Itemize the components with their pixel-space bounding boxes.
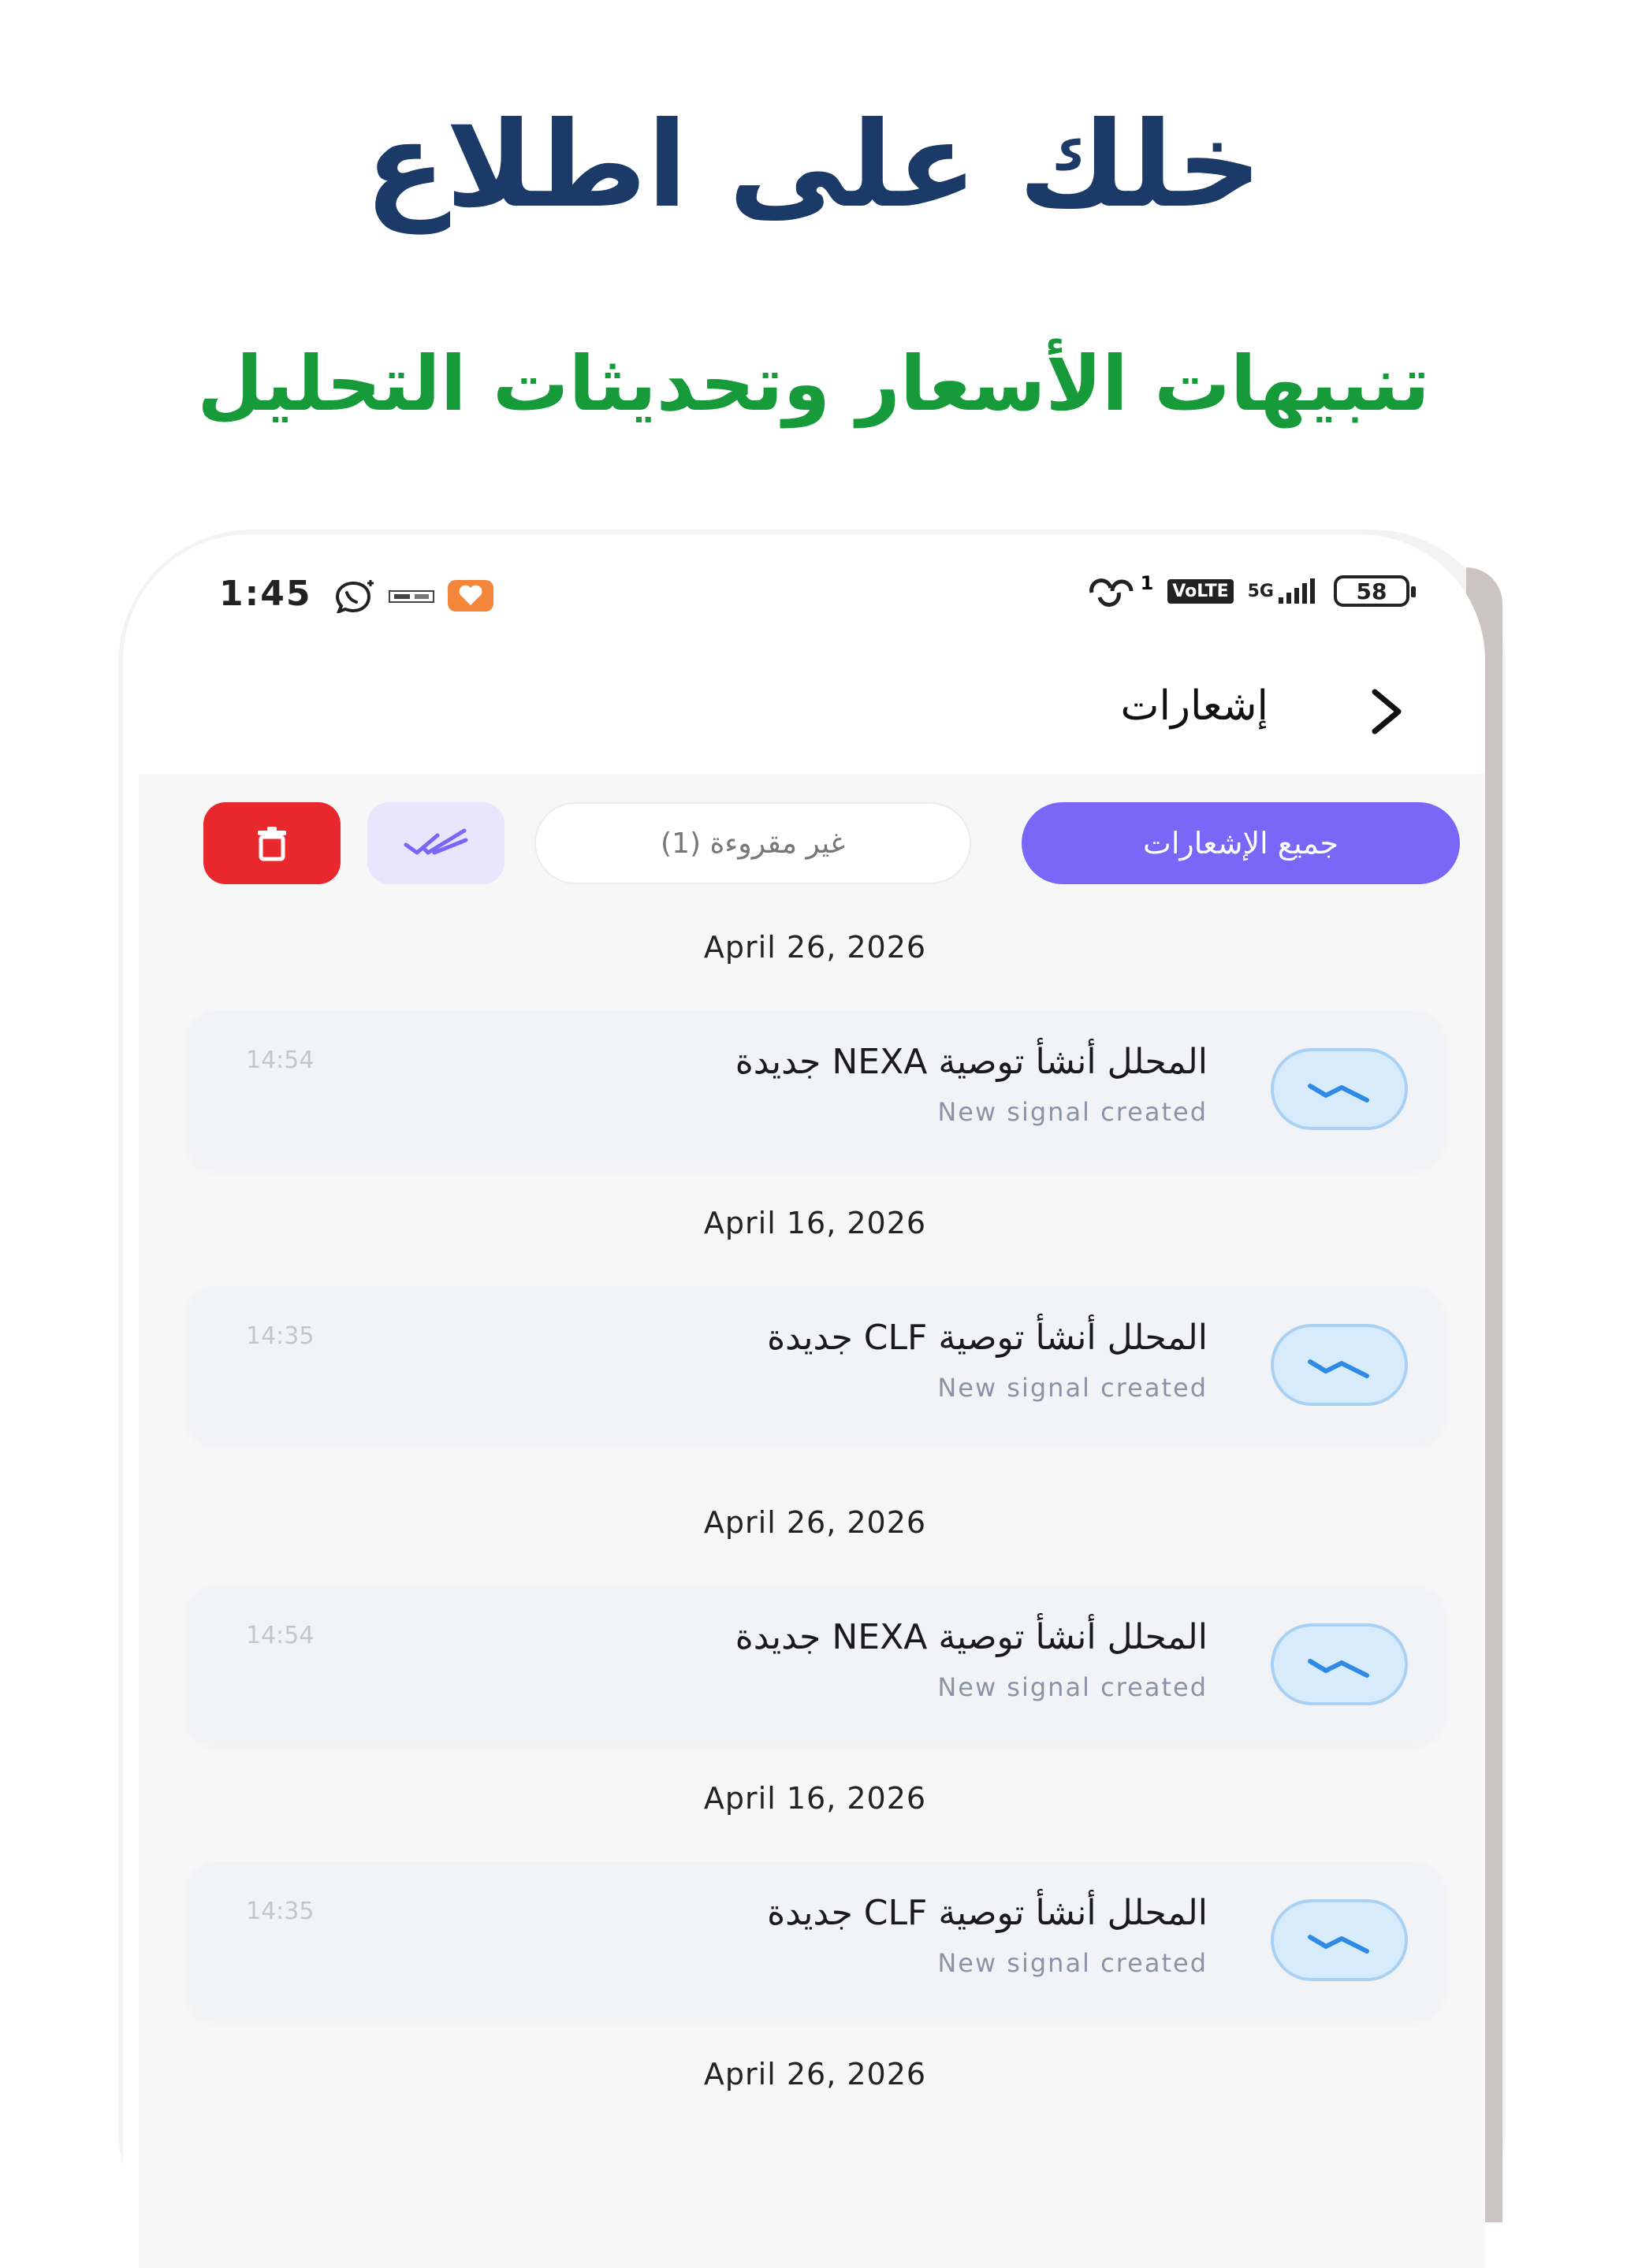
date-header: April 16, 2026 [703, 1206, 927, 1240]
status-bar: 1:45 1 VoLTE 5G 58 [123, 534, 1485, 660]
notification-title: المحلل أنشأ توصية NEXA جديدة [735, 1617, 1208, 1657]
heart-app-icon [448, 580, 493, 612]
notification-time: 14:35 [246, 1322, 315, 1350]
date-header: April 26, 2026 [703, 930, 927, 965]
hotspot-icon [1089, 578, 1134, 607]
filter-row: جميع الإشعارات غير مقروءة (1) [139, 802, 1485, 887]
battery-indicator: 58 [1334, 575, 1416, 607]
promo-headline: خلك على اطلاع [365, 97, 1262, 234]
notification-title: المحلل أنشأ توصية CLF جديدة [767, 1318, 1208, 1358]
date-header: April 26, 2026 [703, 2057, 927, 2091]
filter-all-button[interactable]: جميع الإشعارات [1022, 802, 1460, 884]
filter-unread-button[interactable]: غير مقروءة (1) [534, 802, 971, 884]
notification-card[interactable]: المحلل أنشأ توصية CLF جديدة New signal c… [186, 1861, 1444, 2019]
signal-icon [1279, 578, 1315, 604]
notifications-list: April 26, 2026 المحلل أنشأ توصية NEXA جد… [139, 924, 1485, 2098]
back-chevron-icon[interactable] [1359, 684, 1414, 739]
notification-subtitle: New signal created [937, 1373, 1208, 1403]
notification-time: 14:35 [246, 1898, 315, 1925]
notification-card[interactable]: المحلل أنشأ توصية CLF جديدة New signal c… [186, 1286, 1444, 1444]
bank-icon [389, 590, 434, 603]
status-time: 1:45 [219, 574, 312, 614]
promo-subline: تنبيهات الأسعار وتحديثات التحليل [197, 340, 1430, 428]
notification-card[interactable]: المحلل أنشأ توصية NEXA جديدة New signal … [186, 1586, 1444, 1743]
date-header: April 16, 2026 [703, 1781, 927, 1816]
page-title: إشعارات [1120, 682, 1268, 730]
notification-title: المحلل أنشأ توصية CLF جديدة [767, 1893, 1208, 1933]
double-check-icon [404, 828, 468, 855]
notifications-content: جميع الإشعارات غير مقروءة (1) April 26, … [139, 774, 1485, 2268]
phone-screen: 1:45 1 VoLTE 5G 58 إشعارات جميع الإشعارا… [123, 534, 1485, 2268]
notification-subtitle: New signal created [937, 1672, 1208, 1702]
trash-icon [258, 827, 286, 861]
mark-all-read-button[interactable] [367, 802, 504, 884]
notification-time: 14:54 [246, 1047, 315, 1074]
trend-down-icon [1271, 1899, 1408, 1981]
trend-down-icon [1271, 1623, 1408, 1705]
delete-all-button[interactable] [203, 802, 341, 884]
notification-card[interactable]: المحلل أنشأ توصية NEXA جديدة New signal … [186, 1010, 1444, 1168]
network-type: 5G [1247, 581, 1274, 601]
notification-title: المحلل أنشأ توصية NEXA جديدة [735, 1042, 1208, 1082]
sim-badge: 1 [1140, 572, 1154, 594]
notification-time: 14:54 [246, 1622, 315, 1649]
notification-subtitle: New signal created [937, 1097, 1208, 1127]
app-header: إشعارات [123, 660, 1485, 774]
trend-down-icon [1271, 1048, 1408, 1130]
date-header: April 26, 2026 [703, 1505, 927, 1540]
notification-subtitle: New signal created [937, 1948, 1208, 1978]
volte-badge: VoLTE [1167, 578, 1234, 604]
trend-down-icon [1271, 1324, 1408, 1406]
whatsapp-icon [335, 580, 374, 613]
